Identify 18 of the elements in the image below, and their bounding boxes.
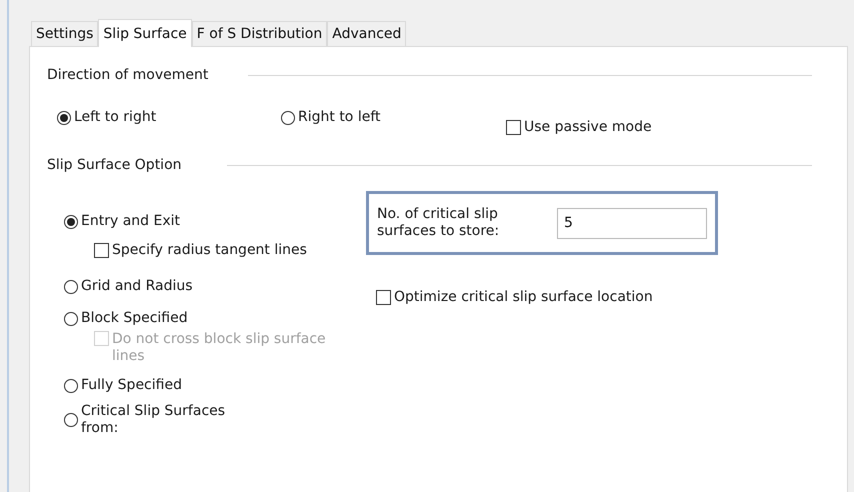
critical-count-field[interactable]: 5 — [557, 208, 707, 238]
checkbox[interactable]: Specify radius tangent lines — [94, 242, 307, 259]
section-heading: Slip Surface Option — [47, 157, 182, 173]
radio-button[interactable]: Left to right — [57, 109, 156, 126]
critical-count-label: No. of critical slip surfaces to store: — [377, 206, 500, 240]
radio-button[interactable]: Right to left — [281, 109, 380, 126]
tab[interactable]: Slip Surface — [98, 19, 192, 47]
radio-button[interactable]: Block Specified — [64, 310, 188, 327]
checkbox[interactable]: Use passive mode — [506, 119, 652, 136]
checkbox[interactable]: Optimize critical slip surface location — [376, 289, 653, 306]
tab[interactable]: F of S Distribution — [192, 21, 328, 46]
radio-button[interactable]: Grid and Radius — [64, 278, 193, 295]
tab[interactable]: Settings — [31, 21, 98, 46]
section-heading: Direction of movement — [47, 67, 208, 83]
radio-button[interactable]: Fully Specified — [64, 377, 182, 394]
tab[interactable]: Advanced — [327, 21, 406, 46]
radio-button[interactable]: Critical Slip Surfaces from: — [64, 403, 251, 437]
radio-button[interactable]: Entry and Exit — [64, 213, 180, 230]
